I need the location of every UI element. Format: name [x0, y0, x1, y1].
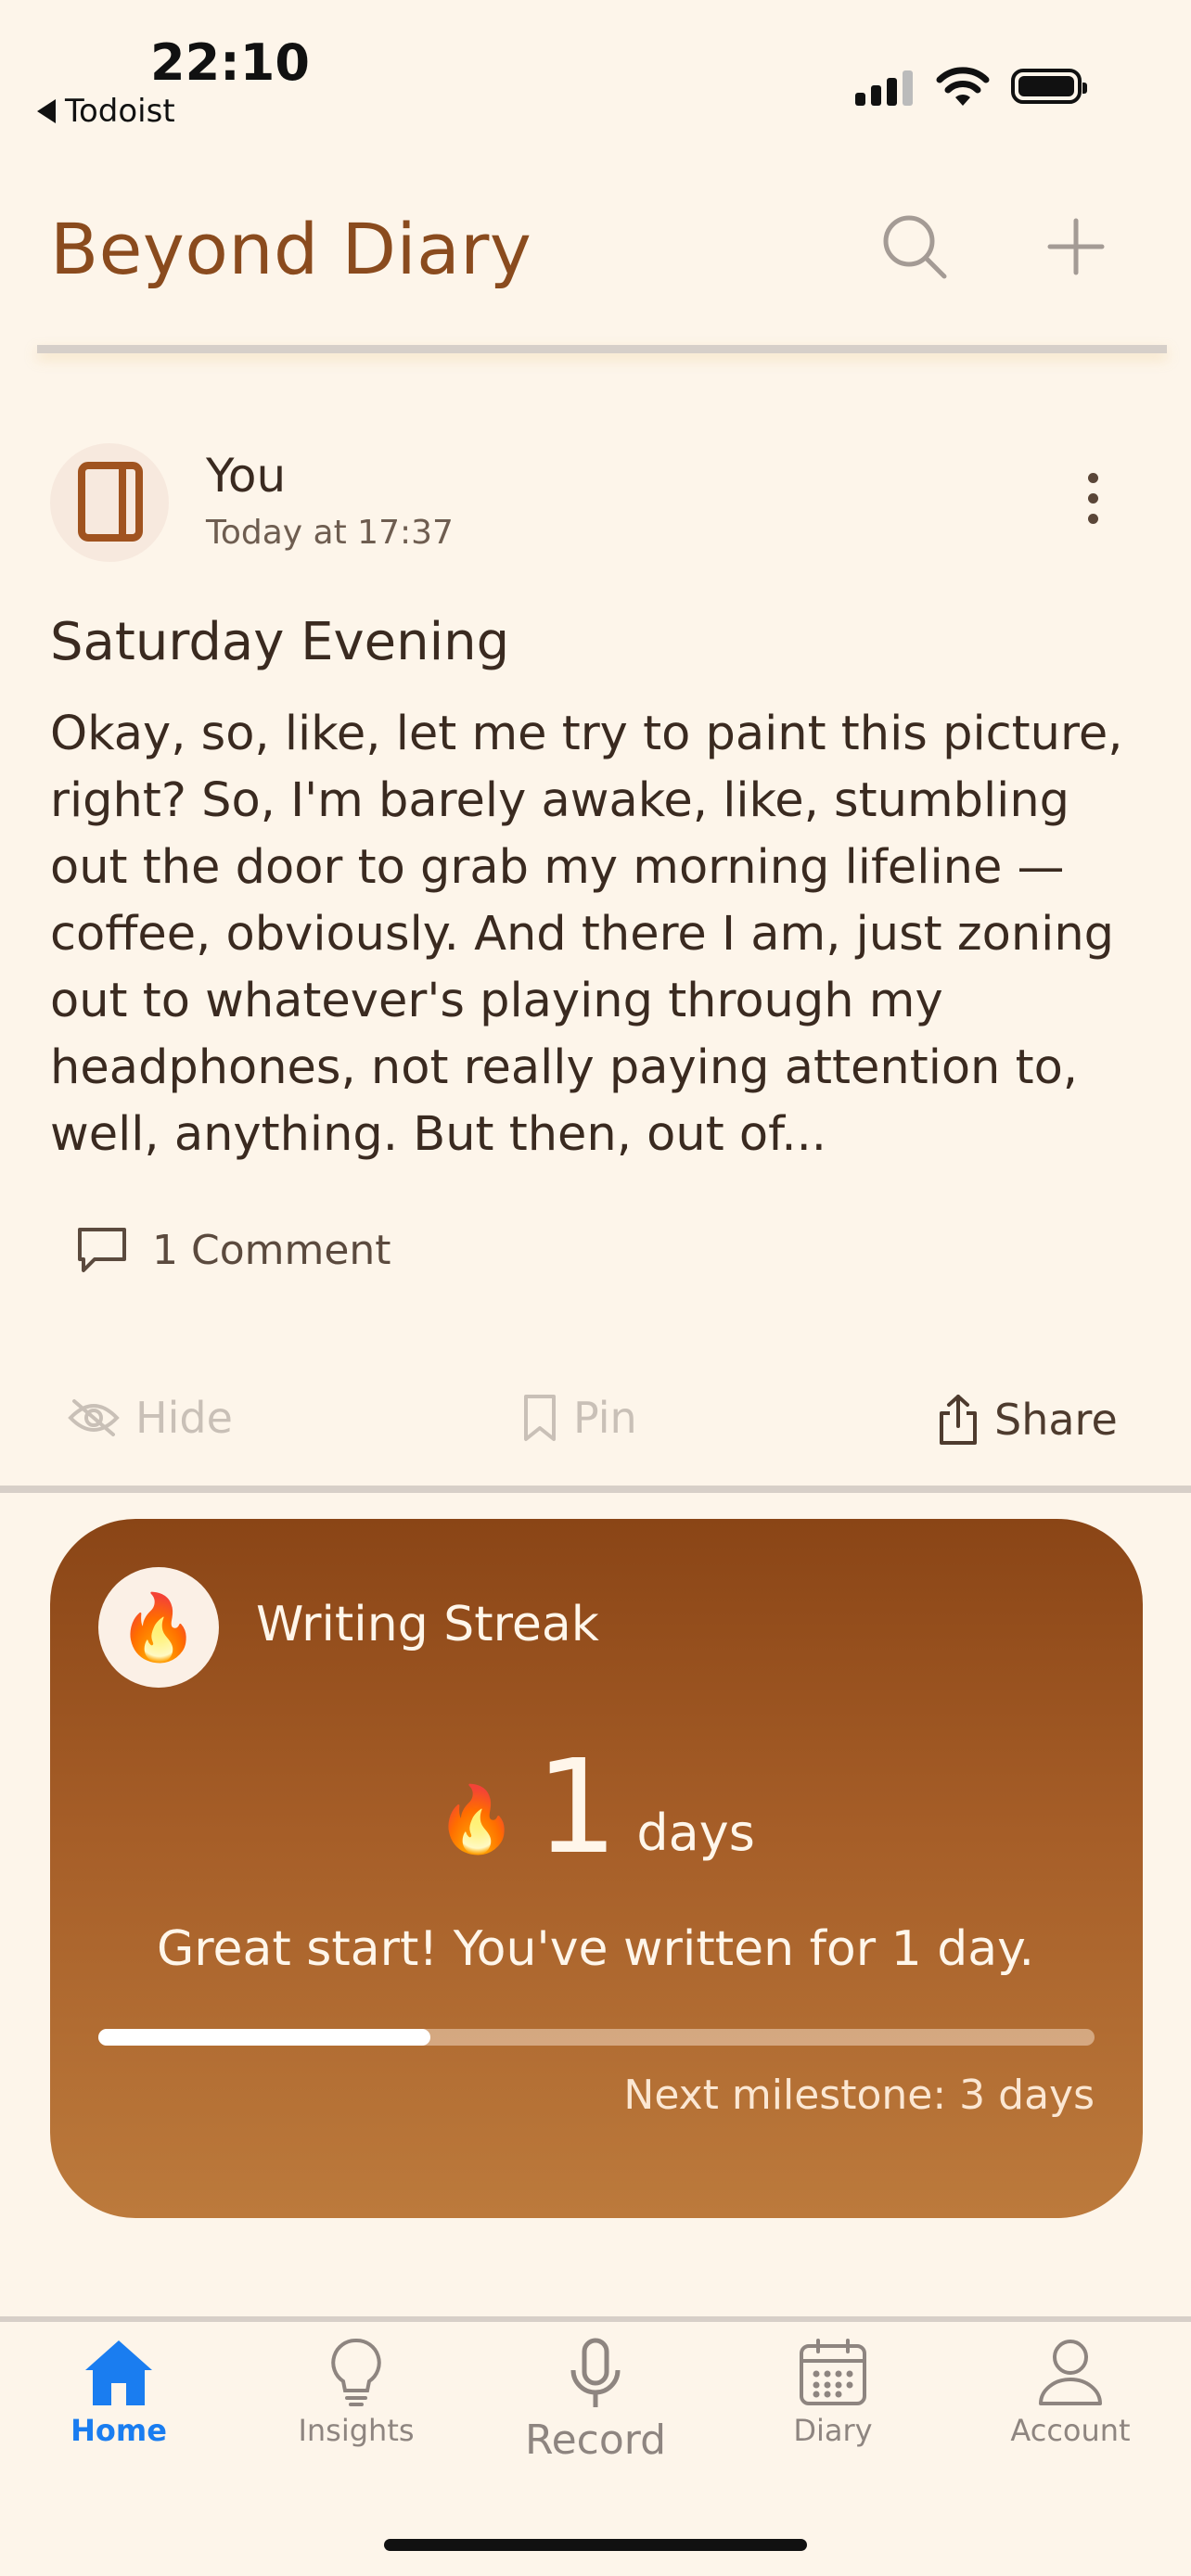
- eye-slash-icon: [68, 1399, 120, 1436]
- book-icon: [78, 462, 143, 542]
- status-time: 22:10: [150, 33, 310, 92]
- share-label: Share: [994, 1395, 1118, 1445]
- bookmark-icon: [524, 1395, 556, 1441]
- person-icon: [1039, 2340, 1102, 2405]
- more-options-icon[interactable]: [1083, 473, 1102, 534]
- entry-time: Today at 17:37: [206, 514, 454, 552]
- comment-icon: [78, 1228, 126, 1272]
- comments-button[interactable]: 1 Comment: [74, 1224, 391, 1276]
- tab-record[interactable]: Record: [493, 2337, 698, 2464]
- entry-body[interactable]: Okay, so, like, let me try to paint this…: [50, 701, 1154, 1168]
- avatar[interactable]: [50, 443, 169, 562]
- house-icon: [85, 2340, 152, 2405]
- wifi-icon: [936, 67, 990, 106]
- pin-button[interactable]: Pin: [521, 1393, 637, 1443]
- home-indicator[interactable]: [384, 2539, 807, 2551]
- back-triangle-icon: [37, 99, 56, 123]
- battery-icon: [1011, 69, 1087, 104]
- share-button[interactable]: Share: [937, 1393, 1118, 1447]
- entry-author: You: [206, 449, 287, 503]
- calendar-icon: [800, 2339, 866, 2405]
- tab-bar-divider: [0, 2316, 1191, 2322]
- comments-count: 1 Comment: [152, 1226, 391, 1274]
- tab-diary[interactable]: Diary: [731, 2337, 935, 2448]
- tab-diary-label: Diary: [793, 2413, 873, 2448]
- cellular-signal-icon: [855, 69, 913, 106]
- hide-label: Hide: [135, 1393, 233, 1443]
- back-to-app-link[interactable]: Todoist: [37, 93, 175, 130]
- lightbulb-icon: [331, 2338, 381, 2406]
- streak-count: 1: [535, 1732, 619, 1883]
- back-app-label: Todoist: [65, 93, 175, 130]
- milestone-progress-fill: [98, 2029, 430, 2046]
- tab-insights-label: Insights: [298, 2413, 415, 2448]
- streak-count-row: 🔥 1 days: [0, 1743, 1191, 1873]
- microphone-icon: [570, 2338, 621, 2407]
- hide-button[interactable]: Hide: [67, 1393, 233, 1443]
- section-divider: [0, 1486, 1191, 1493]
- search-icon[interactable]: [879, 211, 950, 282]
- header-divider: [37, 345, 1167, 353]
- streak-unit: days: [636, 1804, 755, 1862]
- app-title: Beyond Diary: [50, 208, 532, 290]
- tab-account[interactable]: Account: [968, 2337, 1172, 2448]
- streak-title: Writing Streak: [256, 1597, 599, 1652]
- tab-account-label: Account: [1010, 2413, 1131, 2448]
- fire-icon: 🔥: [98, 1567, 219, 1688]
- fire-icon: 🔥: [436, 1781, 518, 1857]
- pin-label: Pin: [573, 1393, 637, 1443]
- tab-record-label: Record: [524, 2417, 667, 2464]
- share-icon: [940, 1395, 977, 1445]
- tab-home[interactable]: Home: [17, 2337, 221, 2448]
- tab-home-label: Home: [70, 2413, 167, 2448]
- add-entry-icon[interactable]: [1046, 211, 1106, 282]
- tab-insights[interactable]: Insights: [254, 2337, 458, 2448]
- milestone-progress-bar: [98, 2029, 1095, 2046]
- next-milestone: Next milestone: 3 days: [623, 2072, 1095, 2119]
- streak-message: Great start! You've written for 1 day.: [156, 1921, 1035, 1977]
- entry-title[interactable]: Saturday Evening: [50, 612, 509, 672]
